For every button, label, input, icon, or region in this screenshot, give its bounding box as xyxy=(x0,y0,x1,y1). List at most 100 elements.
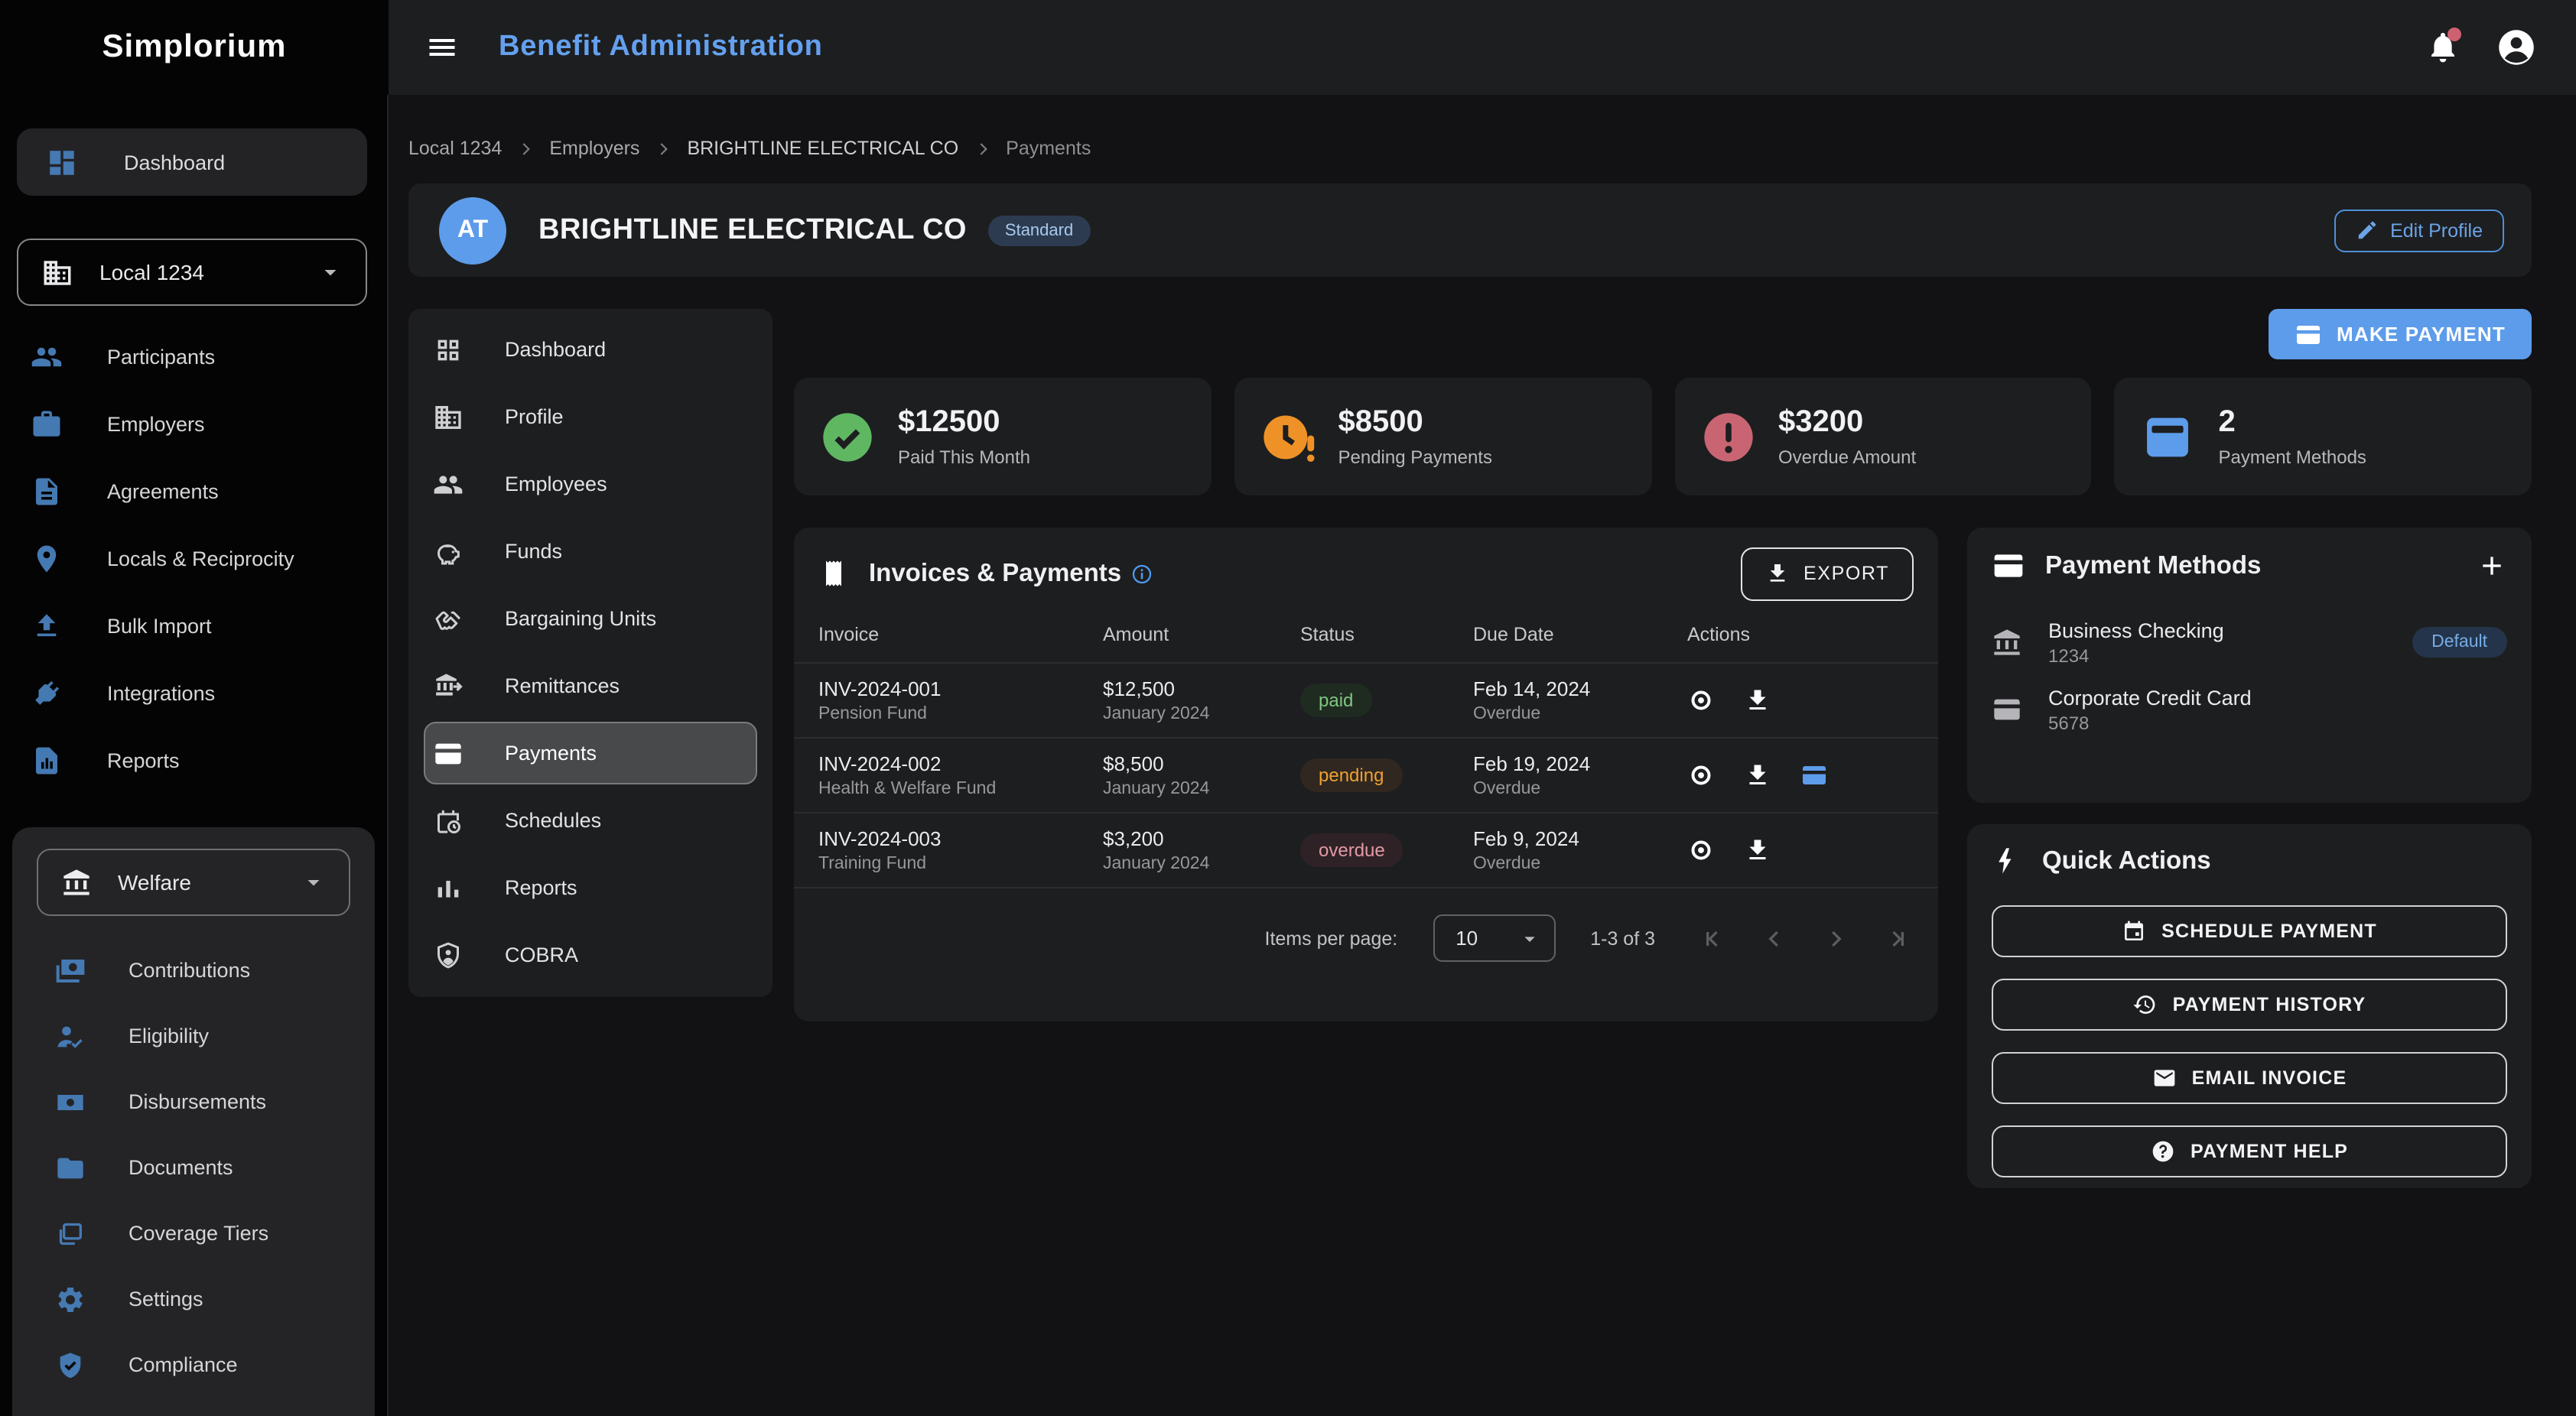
employer-nav-payments[interactable]: Payments xyxy=(424,722,757,784)
employer-nav: Dashboard Profile Employees Funds xyxy=(408,309,772,997)
credit-card-icon xyxy=(1992,694,2022,725)
bank-icon xyxy=(1992,627,2022,658)
employer-nav-profile[interactable]: Profile xyxy=(424,385,757,448)
quick-actions-title: Quick Actions xyxy=(2042,846,2507,875)
payment-help-button[interactable]: PAYMENT HELP xyxy=(1992,1125,2507,1177)
sidebar-item-dashboard[interactable]: Dashboard xyxy=(17,128,367,196)
people-icon xyxy=(31,340,63,372)
stat-label: Paid This Month xyxy=(898,447,1030,468)
view-invoice-button[interactable] xyxy=(1687,687,1715,714)
invoices-card: Invoices & Payments EXPORT In xyxy=(794,528,1938,1021)
local-select[interactable]: Local 1234 xyxy=(17,239,367,306)
employer-header: AT BRIGHTLINE ELECTRICAL CO Standard Edi… xyxy=(408,183,2532,277)
document-icon xyxy=(31,475,63,507)
column-actions: Actions xyxy=(1687,624,1914,645)
employer-nav-remittances[interactable]: Remittances xyxy=(424,654,757,717)
sidebar-item-integrations[interactable]: Integrations xyxy=(0,659,387,726)
stat-label: Overdue Amount xyxy=(1778,447,1916,468)
employer-nav-bargaining-units[interactable]: Bargaining Units xyxy=(424,587,757,650)
sidebar-item-reports[interactable]: Reports xyxy=(0,726,387,794)
employer-nav-schedules[interactable]: Schedules xyxy=(424,789,757,852)
info-icon[interactable] xyxy=(1130,562,1153,585)
gear-icon xyxy=(55,1284,86,1314)
default-badge: Default xyxy=(2412,627,2507,658)
breadcrumb-employers[interactable]: Employers xyxy=(549,138,639,159)
breadcrumb-company[interactable]: BRIGHTLINE ELECTRICAL CO xyxy=(687,138,958,159)
payment-method-name: Corporate Credit Card xyxy=(2048,686,2507,709)
email-icon xyxy=(2152,1066,2177,1090)
breadcrumb-local[interactable]: Local 1234 xyxy=(408,138,502,159)
employer-nav-reports[interactable]: Reports xyxy=(424,856,757,919)
sidebar-item-agreements[interactable]: Agreements xyxy=(0,457,387,525)
sidebar-item-coverage-tiers[interactable]: Coverage Tiers xyxy=(12,1200,375,1266)
items-per-page-select[interactable]: 10 xyxy=(1433,914,1555,962)
sidebar-item-employers[interactable]: Employers xyxy=(0,390,387,457)
first-page-button[interactable] xyxy=(1699,924,1727,952)
last-page-button[interactable] xyxy=(1883,924,1911,952)
credit-card-icon xyxy=(433,738,463,768)
payment-method-last4: 5678 xyxy=(2048,712,2507,733)
invoice-due-note: Overdue xyxy=(1473,780,1687,798)
invoice-id: INV-2024-001 xyxy=(818,677,1103,700)
chevron-right-icon xyxy=(516,138,535,158)
sidebar-item-bulk-import[interactable]: Bulk Import xyxy=(0,592,387,659)
sidebar-item-participants[interactable]: Participants xyxy=(0,323,387,390)
sidebar-item-documents[interactable]: Documents xyxy=(12,1135,375,1200)
account-circle-icon xyxy=(2496,28,2536,67)
fund-select[interactable]: Welfare xyxy=(37,849,350,916)
export-button[interactable]: EXPORT xyxy=(1741,547,1914,600)
view-invoice-button[interactable] xyxy=(1687,836,1715,864)
account-button[interactable] xyxy=(2490,21,2542,73)
sidebar-item-contributions[interactable]: Contributions xyxy=(12,937,375,1003)
stat-value: 2 xyxy=(2219,405,2366,440)
sidebar-item-disbursements[interactable]: Disbursements xyxy=(12,1069,375,1135)
shield-person-icon xyxy=(433,940,463,970)
sidebar-item-compliance[interactable]: Compliance xyxy=(12,1332,375,1398)
breadcrumb: Local 1234 Employers BRIGHTLINE ELECTRIC… xyxy=(408,138,2532,159)
download-invoice-button[interactable] xyxy=(1744,762,1771,789)
email-invoice-button[interactable]: EMAIL INVOICE xyxy=(1992,1052,2507,1104)
logo-area: Simplorium xyxy=(0,0,389,95)
cash-stack-icon xyxy=(55,955,86,986)
table-pagination: Items per page: 10 1-3 of 3 xyxy=(794,887,1938,988)
column-status: Status xyxy=(1300,624,1473,645)
add-payment-method-button[interactable] xyxy=(2477,550,2507,581)
invoice-due: Feb 9, 2024 xyxy=(1473,827,1687,850)
menu-button[interactable] xyxy=(416,21,468,73)
pay-invoice-button[interactable] xyxy=(1800,762,1828,789)
folder-icon xyxy=(55,1152,86,1183)
view-invoice-button[interactable] xyxy=(1687,762,1715,789)
schedule-payment-button[interactable]: SCHEDULE PAYMENT xyxy=(1992,905,2507,957)
next-page-button[interactable] xyxy=(1822,924,1849,952)
location-pin-icon xyxy=(31,542,63,574)
invoice-due: Feb 14, 2024 xyxy=(1473,677,1687,700)
employer-nav-funds[interactable]: Funds xyxy=(424,520,757,583)
stat-paid-this-month: $12500 Paid This Month xyxy=(794,378,1212,495)
stat-pending-payments: $8500 Pending Payments xyxy=(1234,378,1652,495)
upload-icon xyxy=(31,609,63,641)
sidebar-item-settings[interactable]: Settings xyxy=(12,1266,375,1332)
employer-nav-dashboard[interactable]: Dashboard xyxy=(424,318,757,381)
sidebar: Dashboard Local 1234 Participants Employ… xyxy=(0,95,389,1416)
download-invoice-button[interactable] xyxy=(1744,836,1771,864)
column-invoice: Invoice xyxy=(818,624,1103,645)
bar-chart-icon xyxy=(433,872,463,903)
layers-icon xyxy=(55,1218,86,1249)
table-row: INV-2024-003 Training Fund $3,200 Januar… xyxy=(794,812,1938,887)
notifications-button[interactable] xyxy=(2417,21,2469,73)
employer-nav-employees[interactable]: Employees xyxy=(424,453,757,515)
payment-history-button[interactable]: PAYMENT HISTORY xyxy=(1992,979,2507,1031)
download-invoice-button[interactable] xyxy=(1744,687,1771,714)
prev-page-button[interactable] xyxy=(1761,924,1788,952)
report-file-icon xyxy=(31,744,63,776)
dashboard-icon xyxy=(46,146,78,178)
make-payment-button[interactable]: MAKE PAYMENT xyxy=(2268,309,2532,359)
edit-profile-button[interactable]: Edit Profile xyxy=(2334,209,2504,252)
sidebar-item-locals-reciprocity[interactable]: Locals & Reciprocity xyxy=(0,525,387,592)
pagination-range: 1-3 of 3 xyxy=(1590,927,1655,949)
sidebar-item-eligibility[interactable]: Eligibility xyxy=(12,1003,375,1069)
credit-card-icon xyxy=(2294,320,2321,348)
credit-card-icon xyxy=(2139,408,2197,466)
payment-method-name: Business Checking xyxy=(2048,619,2386,641)
employer-nav-cobra[interactable]: COBRA xyxy=(424,924,757,986)
